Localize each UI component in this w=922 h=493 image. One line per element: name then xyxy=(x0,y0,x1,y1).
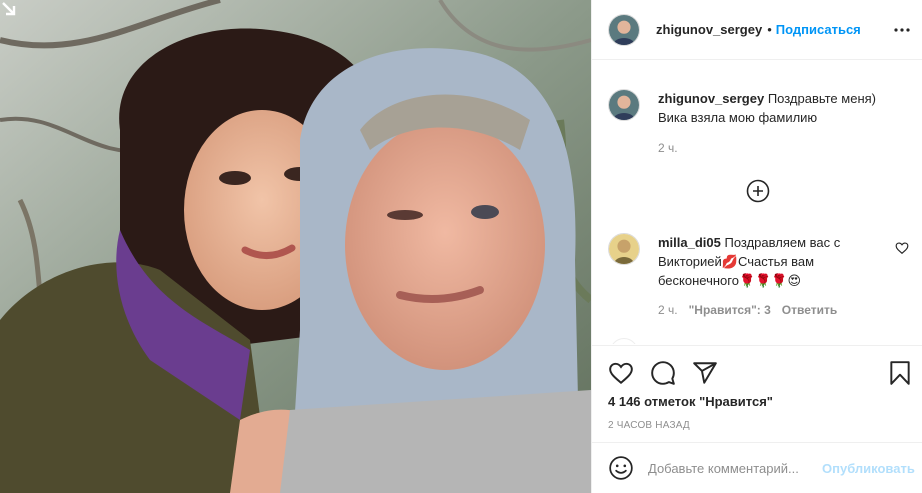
more-options-icon[interactable] xyxy=(893,21,911,39)
comments-list[interactable]: zhigunov_sergey Поздравьте меня) Вика вз… xyxy=(592,61,922,344)
caption-line2: Вика взяла мою фамилию xyxy=(658,110,818,125)
avatar[interactable] xyxy=(608,233,640,265)
smiley-icon[interactable] xyxy=(608,455,634,481)
header-username[interactable]: zhigunov_sergey xyxy=(656,22,762,37)
likes-link[interactable]: "Нравится" xyxy=(699,394,773,409)
comment-username[interactable]: milla_di05 xyxy=(658,235,721,250)
separator-dot: • xyxy=(767,22,772,37)
avatar[interactable] xyxy=(608,13,640,46)
selfie-photo xyxy=(0,0,591,493)
post-photo[interactable] xyxy=(0,0,591,493)
heart-icon[interactable] xyxy=(608,360,634,386)
publish-button[interactable]: Опубликовать xyxy=(822,461,915,476)
likes-count: 4 146 отметок xyxy=(608,394,700,409)
comment-icon[interactable] xyxy=(650,360,676,386)
comment-likes-count[interactable]: "Нравится": 3 xyxy=(689,303,771,317)
post-header: zhigunov_sergey • Подписаться xyxy=(592,0,922,60)
comment-item: milla_di05 Поздравляем вас с Викторией💋С… xyxy=(608,233,908,290)
next-comment-avatar xyxy=(610,338,638,344)
comment-meta: 2 ч. "Нравится": 3 Ответить xyxy=(658,303,837,317)
caption-username[interactable]: zhigunov_sergey xyxy=(658,91,764,106)
plus-circle-icon[interactable] xyxy=(746,179,770,203)
follow-button[interactable]: Подписаться xyxy=(776,22,861,37)
action-bar xyxy=(608,360,718,386)
post-sidebar: zhigunov_sergey • Подписаться zhigunov_s… xyxy=(591,0,922,493)
post-timestamp[interactable]: 2 часов назад xyxy=(608,420,690,431)
caption-line1: Поздравьте меня) xyxy=(764,91,876,106)
instagram-post: zhigunov_sergey • Подписаться zhigunov_s… xyxy=(0,0,922,493)
comment-input[interactable] xyxy=(648,460,816,476)
add-comment-bar: Опубликовать xyxy=(592,442,922,493)
caption-text: zhigunov_sergey Поздравьте меня) Вика вз… xyxy=(658,89,876,127)
comment-time: 2 ч. xyxy=(658,303,678,317)
roses-emoji: 🌹🌹🌹😍 xyxy=(738,273,802,288)
likes-summary: 4 146 отметок "Нравится" xyxy=(608,394,773,409)
carousel-arrow-icon xyxy=(0,0,22,22)
post-actions: 4 146 отметок "Нравится" 2 часов назад xyxy=(592,345,922,441)
kiss-emoji: 💋 xyxy=(721,254,738,269)
share-icon[interactable] xyxy=(692,360,718,386)
comment-like-icon[interactable] xyxy=(895,241,909,255)
caption-time: 2 ч. xyxy=(658,141,678,155)
reply-button[interactable]: Ответить xyxy=(782,303,837,317)
caption: zhigunov_sergey Поздравьте меня) Вика вз… xyxy=(608,89,908,127)
bookmark-icon[interactable] xyxy=(887,360,913,386)
avatar[interactable] xyxy=(608,89,640,121)
comment-text: milla_di05 Поздравляем вас с Викторией💋С… xyxy=(658,233,868,290)
